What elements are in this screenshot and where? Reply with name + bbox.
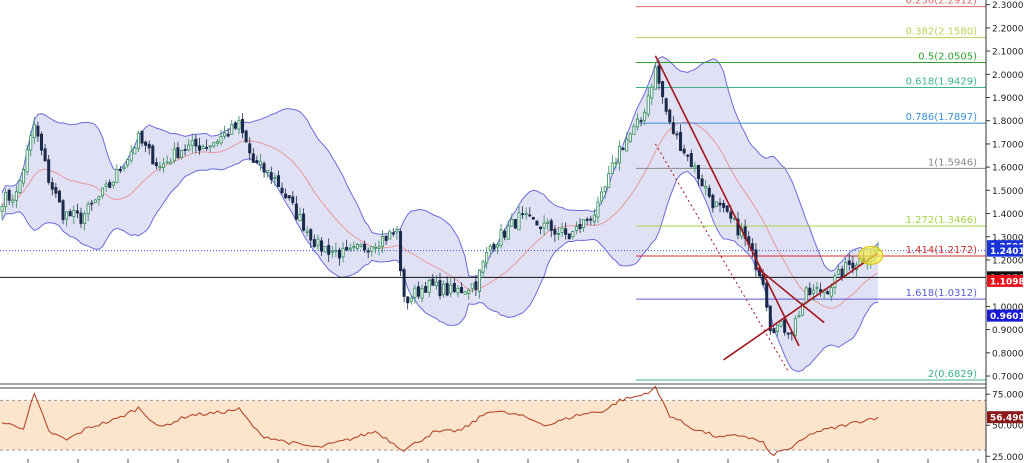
candle[interactable]	[513, 219, 517, 229]
y-tick-label: 0.9000	[992, 326, 1024, 336]
y-tick-label: 2.3000	[992, 1, 1024, 11]
fib-level-label-8: 1.618(1.0312)	[906, 288, 978, 299]
y-tick-label: 2.2000	[992, 24, 1024, 34]
candle[interactable]	[463, 291, 467, 295]
highlight-ellipse[interactable]	[858, 245, 884, 265]
candle[interactable]	[406, 296, 410, 310]
candle[interactable]	[499, 223, 503, 249]
y-tick-label: 0.7000	[992, 373, 1024, 383]
rsi-tick-label: 25.0000	[992, 453, 1024, 463]
candle[interactable]	[402, 267, 406, 303]
fib-level-label-0: 0.236(2.2912)	[906, 0, 978, 7]
y-tick-label: 1.5000	[992, 187, 1024, 197]
price-panel[interactable]: 0.236(2.2912) 0.382(2.1580) 0.5(2.0505) 0.6…	[0, 0, 986, 381]
trading-chart[interactable]: 0.236(2.2912) 0.382(2.1580) 0.5(2.0505) 0.6…	[0, 0, 1024, 463]
y-tick-label: 1.8000	[992, 117, 1024, 127]
candle[interactable]	[607, 165, 611, 188]
fib-level-label-6: 1.272(1.3466)	[906, 215, 978, 226]
fib-level-label-7: 1.414(1.2172)	[906, 245, 978, 256]
candle[interactable]	[531, 216, 535, 220]
svg-text:1.1098: 1.1098	[990, 277, 1024, 287]
fib-level-label-9: 2(0.6829)	[928, 369, 977, 380]
price-tag-1[interactable]: 1.2401	[987, 244, 1024, 258]
candle[interactable]	[25, 144, 29, 176]
y-tick-label: 1.2000	[992, 256, 1024, 266]
candle[interactable]	[151, 144, 155, 165]
candle[interactable]	[262, 160, 266, 178]
candle[interactable]	[793, 315, 797, 339]
rsi-tick-label: 75.0000	[992, 391, 1024, 401]
y-tick-label: 0.8000	[992, 349, 1024, 359]
candle[interactable]	[567, 233, 571, 240]
fib-level-label-4: 0.786(1.7897)	[906, 112, 978, 123]
candle[interactable]	[93, 198, 97, 204]
candle[interactable]	[57, 189, 61, 203]
candle[interactable]	[765, 279, 769, 312]
price-tag-4[interactable]: 0.9601	[987, 309, 1024, 323]
candle[interactable]	[219, 129, 223, 146]
candle[interactable]	[115, 164, 119, 184]
candle[interactable]	[136, 130, 140, 152]
y-tick-label: 1.4000	[992, 210, 1024, 220]
candle[interactable]	[323, 246, 327, 253]
y-tick-label: 1.9000	[992, 94, 1024, 104]
fib-level-label-1: 0.382(2.1580)	[906, 27, 978, 38]
bollinger-band-fill	[2, 56, 878, 372]
candle[interactable]	[610, 154, 614, 174]
candle[interactable]	[230, 119, 234, 135]
fib-level-label-2: 0.5(2.0505)	[918, 52, 977, 63]
candle[interactable]	[398, 229, 403, 276]
y-tick-label: 2.0000	[992, 71, 1024, 81]
price-tag-3[interactable]: 1.1098	[987, 274, 1024, 288]
candle[interactable]	[388, 229, 392, 240]
svg-text:1.2401: 1.2401	[990, 247, 1024, 257]
fib-level-label-5: 1(1.5946)	[928, 157, 977, 168]
candle[interactable]	[668, 108, 672, 125]
time-axis-ticks	[27, 459, 979, 463]
y-tick-label: 2.1000	[992, 48, 1024, 58]
rsi-value-tag[interactable]: 56.4903	[987, 411, 1024, 424]
candle[interactable]	[600, 186, 604, 204]
candle[interactable]	[244, 129, 248, 143]
y-tick-label: 1.7000	[992, 140, 1024, 150]
candle[interactable]	[628, 132, 632, 144]
candle[interactable]	[714, 201, 718, 208]
candle[interactable]	[768, 305, 772, 336]
candle[interactable]	[772, 327, 776, 334]
candle[interactable]	[18, 178, 22, 195]
candle[interactable]	[47, 155, 51, 185]
fib-level-label-3: 0.618(1.9429)	[906, 77, 978, 88]
svg-text:0.9601: 0.9601	[990, 312, 1024, 322]
rsi-panel[interactable]	[0, 383, 986, 457]
svg-text:56.4903: 56.4903	[990, 414, 1024, 424]
rsi-range-fill	[0, 400, 986, 451]
y-tick-label: 1.6000	[992, 164, 1024, 174]
